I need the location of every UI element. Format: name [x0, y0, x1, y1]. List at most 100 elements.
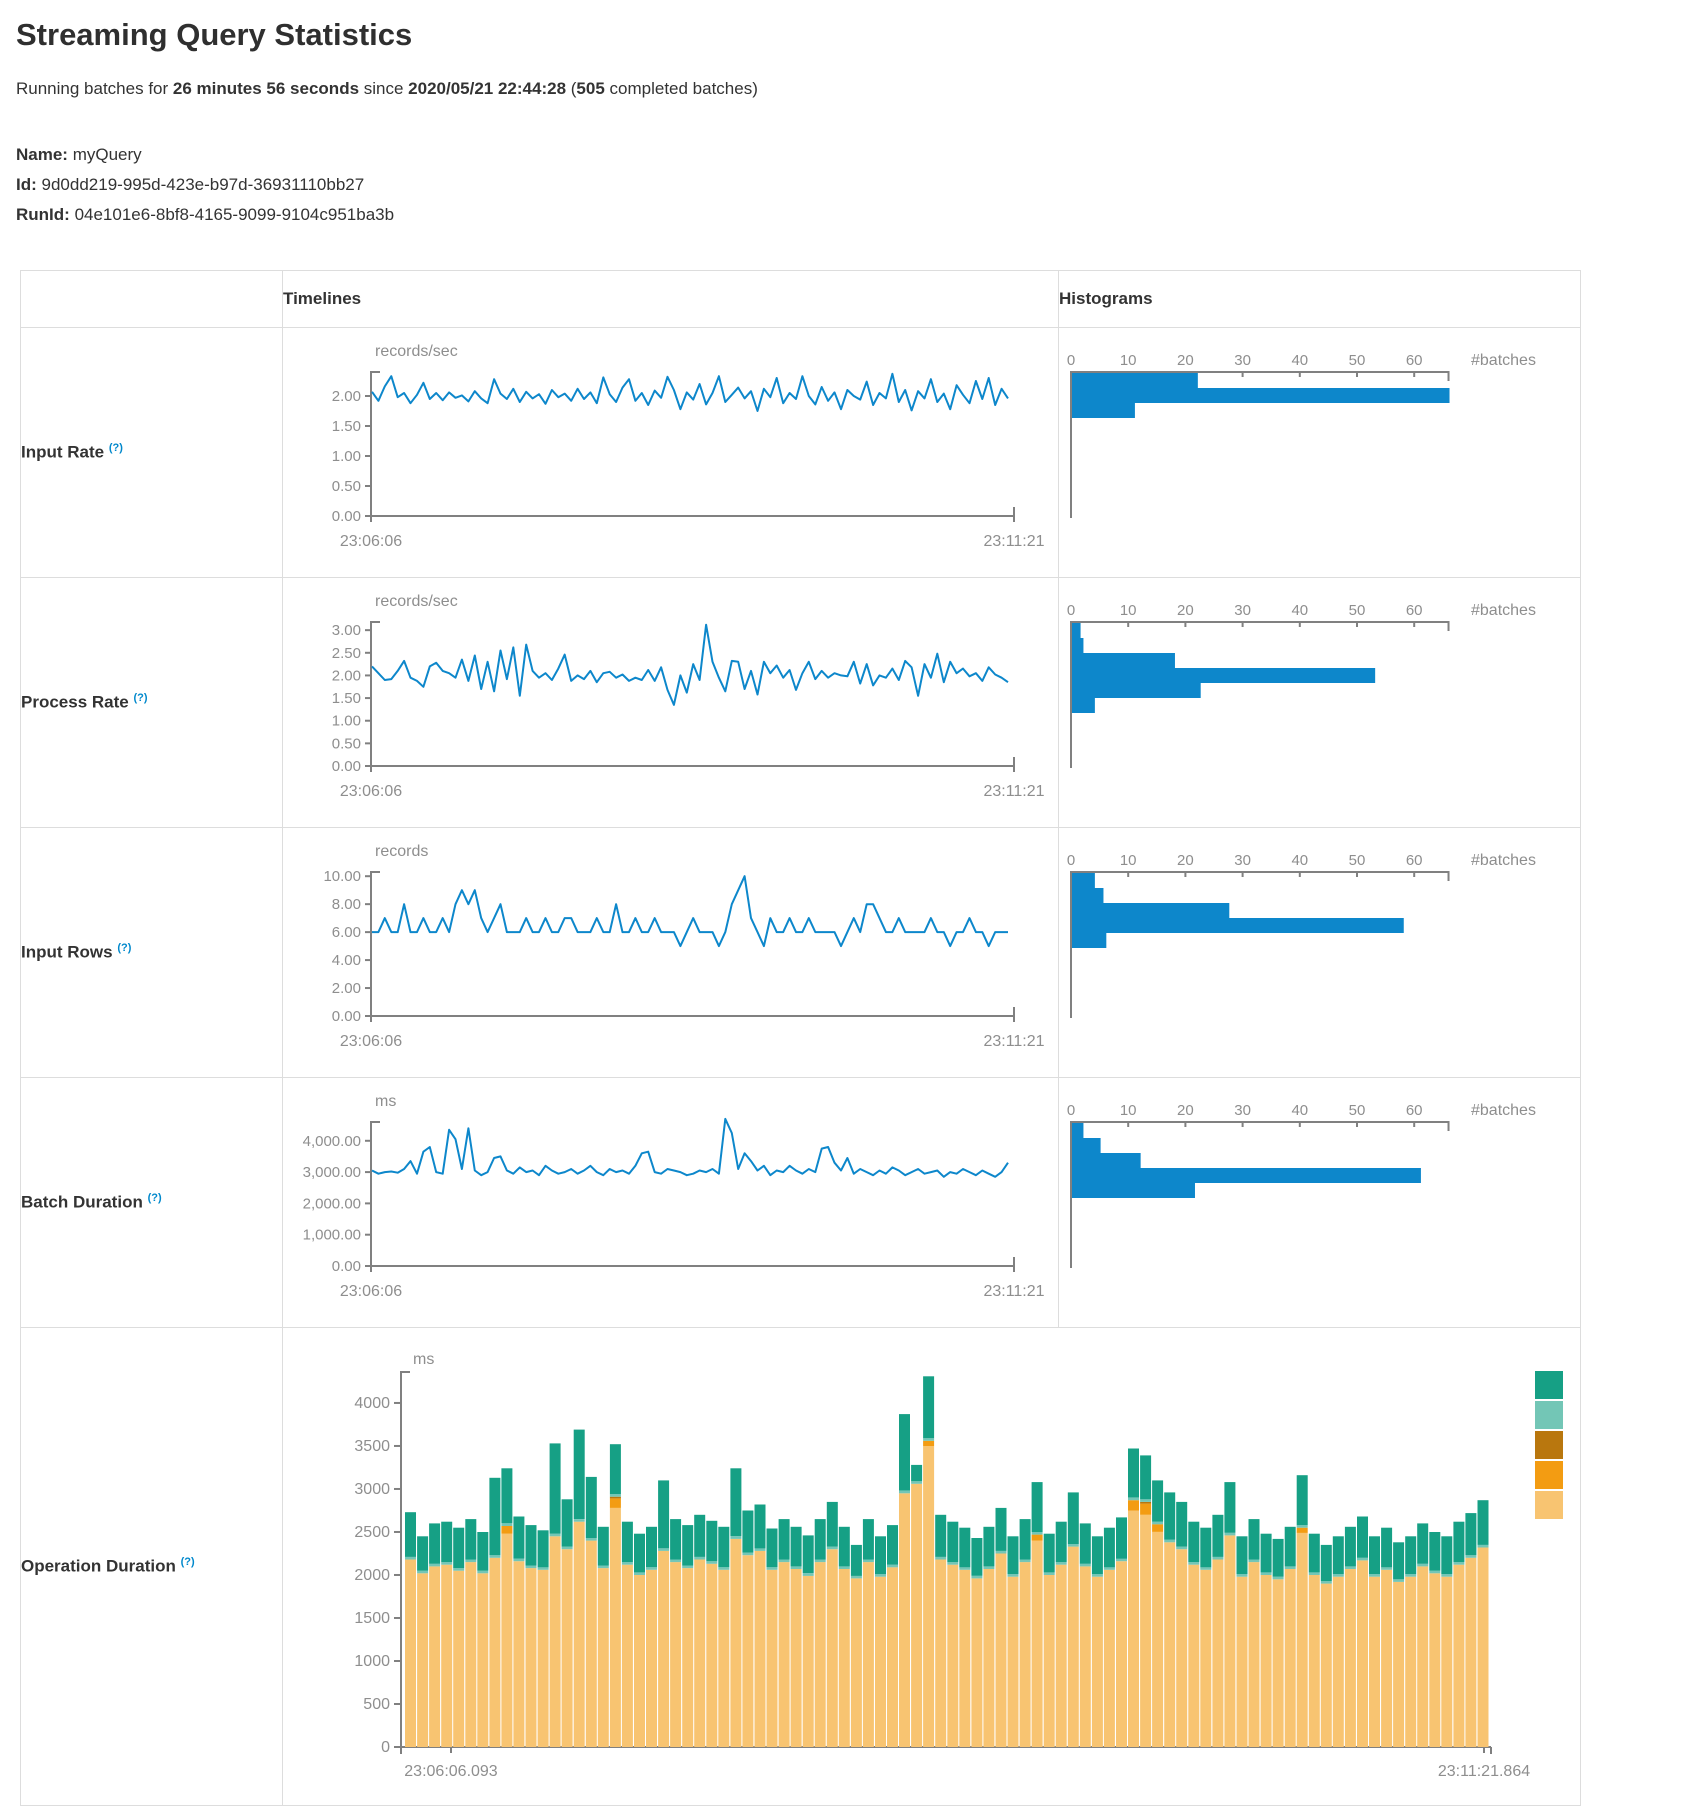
operation-duration-help-icon[interactable]: (?) — [181, 1556, 195, 1568]
svg-text:0: 0 — [1067, 852, 1075, 869]
svg-text:0.00: 0.00 — [332, 1008, 361, 1025]
query-id-line: Id: 9d0dd219-995d-423e-b97d-36931110bb27 — [16, 170, 1693, 200]
streaming-query-statistics-page: Streaming Query Statistics Running batch… — [0, 0, 1693, 1820]
empty-header-cell — [21, 271, 283, 328]
batch-duration-histogram-cell: 0102030405060#batches — [1059, 1078, 1581, 1328]
svg-text:records: records — [375, 843, 428, 860]
svg-text:2500: 2500 — [354, 1524, 390, 1541]
svg-text:50: 50 — [1349, 852, 1366, 869]
svg-text:ms: ms — [413, 1351, 434, 1368]
svg-text:#batches: #batches — [1471, 1102, 1536, 1119]
svg-text:50: 50 — [1349, 602, 1366, 619]
svg-text:0.50: 0.50 — [332, 478, 361, 495]
input-rate-timeline-chart[interactable]: records/sec0.000.501.001.502.0023:06:062… — [283, 328, 1057, 576]
page-title: Streaming Query Statistics — [16, 16, 1693, 54]
svg-text:2.00: 2.00 — [332, 980, 361, 997]
batch-duration-help-icon[interactable]: (?) — [148, 1192, 162, 1204]
svg-text:23:06:06: 23:06:06 — [340, 533, 402, 550]
svg-text:records/sec: records/sec — [375, 593, 458, 610]
svg-text:10: 10 — [1120, 602, 1137, 619]
input-rows-histogram-chart[interactable]: 0102030405060#batches — [1059, 828, 1579, 1076]
svg-text:2000: 2000 — [354, 1567, 390, 1584]
metric-label: Process Rate — [21, 693, 129, 712]
process-rate-timeline-chart[interactable]: records/sec0.000.501.001.502.002.503.002… — [283, 578, 1057, 826]
svg-text:40: 40 — [1291, 352, 1308, 369]
svg-text:30: 30 — [1234, 602, 1251, 619]
svg-text:#batches: #batches — [1471, 602, 1536, 619]
id-value: 9d0dd219-995d-423e-b97d-36931110bb27 — [42, 175, 365, 194]
svg-text:records/sec: records/sec — [375, 343, 458, 360]
summary-text: ( — [566, 79, 576, 98]
name-value: myQuery — [73, 145, 142, 164]
svg-text:23:06:06: 23:06:06 — [340, 1283, 402, 1300]
operation-duration-stacked-chart[interactable]: ms0500100015002000250030003500400023:06:… — [283, 1328, 1579, 1804]
process-rate-histogram-chart[interactable]: 0102030405060#batches — [1059, 578, 1579, 826]
input-rows-timeline-chart[interactable]: records0.002.004.006.008.0010.0023:06:06… — [283, 828, 1057, 1076]
name-label: Name: — [16, 145, 68, 164]
statistics-table: Timelines Histograms Input Rate (?) reco… — [20, 270, 1581, 1806]
svg-text:1,000.00: 1,000.00 — [303, 1227, 361, 1244]
svg-text:0: 0 — [1067, 352, 1075, 369]
process-rate-help-icon[interactable]: (?) — [133, 692, 147, 704]
svg-text:23:11:21.864: 23:11:21.864 — [1438, 1763, 1530, 1780]
table-header-row: Timelines Histograms — [21, 271, 1581, 328]
metric-label: Input Rows — [21, 943, 113, 962]
running-batches-summary: Running batches for 26 minutes 56 second… — [16, 78, 1693, 100]
svg-text:2.50: 2.50 — [332, 645, 361, 662]
process-rate-row: Process Rate (?) records/sec0.000.501.00… — [21, 578, 1581, 828]
svg-text:30: 30 — [1234, 1102, 1251, 1119]
summary-text: Running batches for — [16, 79, 173, 98]
input-rows-help-icon[interactable]: (?) — [117, 942, 131, 954]
svg-text:20: 20 — [1177, 602, 1194, 619]
svg-text:23:06:06: 23:06:06 — [340, 783, 402, 800]
id-label: Id: — [16, 175, 37, 194]
batch-duration-timeline-chart[interactable]: ms0.001,000.002,000.003,000.004,000.0023… — [283, 1078, 1057, 1326]
timelines-column-header: Timelines — [283, 271, 1059, 328]
svg-text:6.00: 6.00 — [332, 924, 361, 941]
svg-text:0.00: 0.00 — [332, 758, 361, 775]
svg-text:40: 40 — [1291, 1102, 1308, 1119]
svg-text:2.00: 2.00 — [332, 388, 361, 405]
svg-text:1.00: 1.00 — [332, 448, 361, 465]
svg-text:3500: 3500 — [354, 1438, 390, 1455]
svg-text:23:11:21: 23:11:21 — [983, 533, 1044, 550]
svg-text:23:11:21: 23:11:21 — [983, 1283, 1044, 1300]
runid-value: 04e101e6-8bf8-4165-9099-9104c951ba3b — [75, 205, 395, 224]
query-runid-line: RunId: 04e101e6-8bf8-4165-9099-9104c951b… — [16, 200, 1693, 230]
svg-text:1.00: 1.00 — [332, 713, 361, 730]
svg-text:10: 10 — [1120, 852, 1137, 869]
batch-duration-histogram-chart[interactable]: 0102030405060#batches — [1059, 1078, 1579, 1326]
input-rows-row: Input Rows (?) records 0.00 2.00 4.00 6.00 8.… — [21, 828, 1581, 1078]
metric-label: Input Rate — [21, 443, 104, 462]
input-rate-histogram-chart[interactable]: 0102030405060#batches — [1059, 328, 1579, 576]
svg-text:40: 40 — [1291, 602, 1308, 619]
batch-duration-row: Batch Duration (?) ms0.001,000.002,000.0… — [21, 1078, 1581, 1328]
svg-text:2,000.00: 2,000.00 — [303, 1195, 361, 1212]
svg-text:8.00: 8.00 — [332, 896, 361, 913]
svg-text:60: 60 — [1406, 852, 1423, 869]
svg-text:1500: 1500 — [354, 1610, 390, 1627]
svg-text:2.00: 2.00 — [332, 667, 361, 684]
histograms-column-header: Histograms — [1059, 271, 1581, 328]
metric-label: Operation Duration — [21, 1557, 176, 1576]
svg-text:4.00: 4.00 — [332, 952, 361, 969]
svg-text:23:06:06.093: 23:06:06.093 — [404, 1763, 498, 1780]
operation-duration-row: Operation Duration (?) ms050010001500200… — [21, 1328, 1581, 1806]
input-rate-help-icon[interactable]: (?) — [109, 442, 123, 454]
svg-text:23:11:21: 23:11:21 — [983, 783, 1044, 800]
svg-text:0: 0 — [1067, 602, 1075, 619]
input-rate-label-cell: Input Rate (?) — [21, 328, 283, 578]
input-rate-histogram-cell: 0102030405060#batches — [1059, 328, 1581, 578]
svg-text:10: 10 — [1120, 352, 1137, 369]
completed-batches-count: 505 — [576, 79, 604, 98]
svg-text:30: 30 — [1234, 852, 1251, 869]
svg-text:1.50: 1.50 — [332, 690, 361, 707]
svg-text:0: 0 — [381, 1739, 390, 1756]
svg-text:23:11:21: 23:11:21 — [983, 1033, 1044, 1050]
svg-text:60: 60 — [1406, 1102, 1423, 1119]
batch-duration-timeline-cell: ms0.001,000.002,000.003,000.004,000.0023… — [283, 1078, 1059, 1328]
svg-text:4,000.00: 4,000.00 — [303, 1133, 361, 1150]
start-timestamp: 2020/05/21 22:44:28 — [408, 79, 566, 98]
svg-text:20: 20 — [1177, 852, 1194, 869]
input-rate-row: Input Rate (?) records/sec0.000.501.001.… — [21, 328, 1581, 578]
